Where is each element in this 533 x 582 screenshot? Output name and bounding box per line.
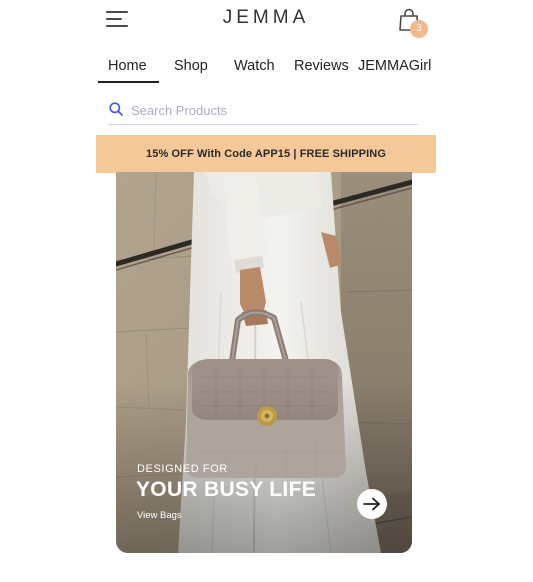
- hero-next-button[interactable]: [357, 489, 387, 519]
- promo-banner[interactable]: 15% OFF With Code APP15 | FREE SHIPPING: [96, 135, 436, 173]
- promo-text: 15% OFF With Code APP15 | FREE SHIPPING: [146, 148, 386, 160]
- hamburger-menu-icon[interactable]: [106, 8, 130, 30]
- hero-overline: DESIGNED FOR: [137, 463, 228, 475]
- arrow-right-icon: [363, 497, 380, 511]
- search-input[interactable]: [131, 99, 411, 121]
- cart-count-badge: 3: [410, 20, 428, 38]
- hero-banner[interactable]: DESIGNED FOR YOUR BUSY LIFE View Bags: [116, 172, 412, 553]
- tab-shop[interactable]: Shop: [174, 58, 208, 74]
- search-icon[interactable]: [109, 102, 123, 116]
- tab-watch[interactable]: Watch: [234, 58, 275, 74]
- hero-title: YOUR BUSY LIFE: [136, 478, 317, 501]
- top-bar: JEMMA 3: [96, 0, 436, 40]
- tab-home[interactable]: Home: [98, 58, 159, 83]
- tab-jemmagirl[interactable]: JEMMAGirl: [358, 58, 431, 74]
- brand-logo[interactable]: JEMMA: [221, 7, 311, 29]
- search-bar: [108, 98, 418, 125]
- view-bags-link[interactable]: View Bags: [137, 510, 182, 521]
- main-nav: Home Shop Watch Reviews JEMMAGirl: [96, 52, 436, 83]
- tab-reviews[interactable]: Reviews: [294, 58, 349, 74]
- cart-button[interactable]: 3: [396, 6, 430, 38]
- app-screen: JEMMA 3 Home Shop Watch Reviews JEMMAGir…: [0, 0, 533, 582]
